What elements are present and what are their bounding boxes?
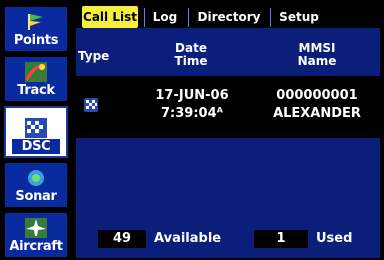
used-label: Used [316,231,353,246]
sidebar: Points Track DSC Sonar Aircraft [4,6,70,258]
sidebar-item-sonar[interactable]: Sonar [4,162,68,208]
available-label: Available [154,231,222,246]
column-header-type: Type [78,49,110,63]
available-count: 49 [98,230,146,248]
row-name: ALEXANDER [273,106,361,121]
checkered-flag-icon [84,98,98,112]
tab-divider [270,8,271,27]
sidebar-item-label: Track [17,83,55,98]
table-row[interactable]: 17-JUN-06 7:39:04ᴬ 000000001 ALEXANDER [76,76,380,138]
tab-log[interactable]: Log [148,6,182,28]
tab-directory[interactable]: Directory [192,6,266,28]
column-header-time: Time [174,54,208,68]
sonar-icon [28,170,44,186]
footer: 49 Available 1 Used [76,222,380,258]
tab-divider [188,8,189,27]
sidebar-item-label: DSC [11,139,61,154]
sidebar-item-label: Aircraft [9,239,63,254]
row-time: 7:39:04ᴬ [161,106,223,121]
tab-call-list[interactable]: Call List [82,6,138,28]
checkered-flag-icon [25,118,47,138]
row-date: 17-JUN-06 [155,88,229,103]
sidebar-item-track[interactable]: Track [4,56,68,102]
used-count: 1 [254,230,308,248]
tab-setup[interactable]: Setup [274,6,324,28]
tab-divider [144,8,145,27]
dsc-screen: Points Track DSC Sonar Aircraft Call Lis… [0,0,384,260]
sidebar-item-label: Sonar [15,189,57,204]
sidebar-item-points[interactable]: Points [4,6,68,52]
sidebar-item-label: Points [13,33,59,48]
tab-bar: Call List Log Directory Setup [78,6,378,28]
sidebar-item-dsc[interactable]: DSC [4,106,68,158]
airplane-icon [25,218,47,238]
row-mmsi: 000000001 [276,88,358,103]
column-header-name: Name [297,54,337,68]
sidebar-item-aircraft[interactable]: Aircraft [4,212,68,258]
call-list-panel: Type Date Time MMSI Name 17-JUN-06 7:39:… [76,28,380,222]
flag-icon [28,14,43,30]
track-icon [25,62,47,82]
